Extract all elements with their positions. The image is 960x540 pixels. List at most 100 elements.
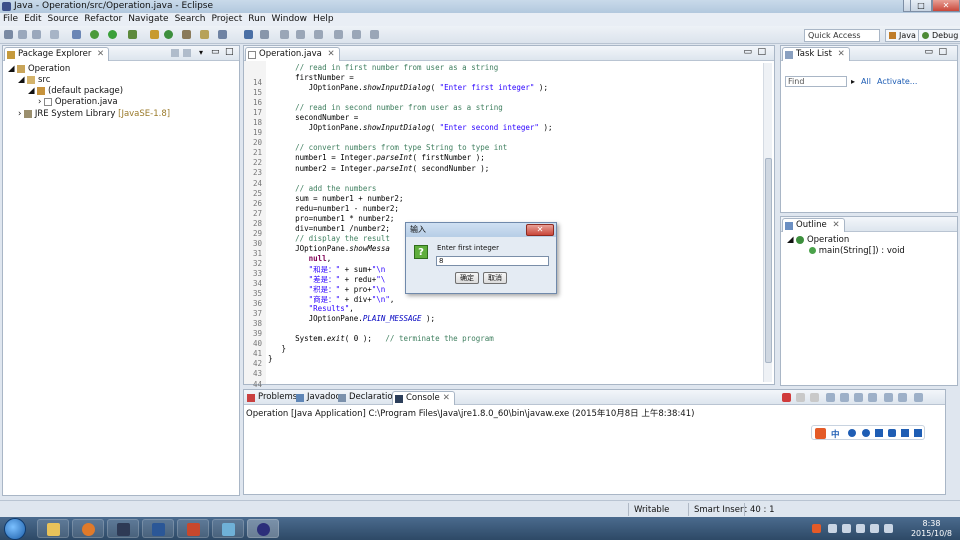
tree-item-project[interactable]: ◢ Operation [8, 64, 70, 74]
taskbar-notes[interactable] [212, 519, 244, 538]
open-type-icon[interactable] [182, 30, 191, 39]
maximize-view-icon[interactable]: □ [757, 47, 766, 57]
code-editor[interactable]: Operation.java ✕ ▭ □ 14 15 16 17 18 19 20 21 22 2… [243, 45, 775, 389]
keyboard-icon[interactable] [875, 429, 883, 437]
pin-editor-icon[interactable] [370, 30, 379, 39]
back-icon[interactable] [334, 30, 343, 39]
collapse-arrow-icon[interactable]: › [18, 109, 21, 119]
tree-item-operation-java[interactable]: › Operation.java [38, 97, 118, 107]
perspective-debug[interactable]: Debug [918, 29, 960, 42]
tab-task-list[interactable]: Task List ✕ [782, 47, 850, 61]
taskbar-firefox[interactable] [72, 519, 104, 538]
minimize-view-icon[interactable]: ▭ [211, 47, 220, 57]
expand-icon[interactable]: ◢ [18, 75, 25, 85]
save-icon[interactable] [18, 30, 27, 39]
maximize-view-icon[interactable]: □ [938, 47, 947, 57]
maximize-button[interactable]: □ [910, 0, 932, 12]
cancel-button[interactable]: 取消 [483, 272, 507, 284]
voice-icon[interactable] [888, 429, 896, 437]
close-icon[interactable]: ✕ [328, 49, 335, 59]
tab-console[interactable]: Console ✕ [392, 391, 455, 405]
forward-icon[interactable] [352, 30, 361, 39]
taskbar-word[interactable] [142, 519, 174, 538]
show-whitespace-icon[interactable] [260, 30, 269, 39]
activate-link[interactable]: Activate... [877, 77, 917, 86]
quick-access-input[interactable]: Quick Access [804, 29, 880, 42]
tray-show-hidden-icon[interactable] [828, 524, 837, 533]
remove-launch-icon[interactable] [796, 393, 805, 402]
close-icon[interactable]: ✕ [97, 49, 104, 59]
tab-problems[interactable]: Problems [245, 391, 301, 405]
minimize-view-icon[interactable]: ▭ [924, 47, 933, 57]
tab-operation-java[interactable]: Operation.java ✕ [245, 47, 340, 61]
maximize-view-icon[interactable]: □ [225, 47, 234, 57]
dialog-close-button[interactable]: ✕ [526, 224, 554, 236]
expand-icon[interactable]: ◢ [787, 235, 794, 245]
skip-breakpoints-icon[interactable] [72, 30, 81, 39]
print-icon[interactable] [50, 30, 59, 39]
taskbar-powerpoint[interactable] [177, 519, 209, 538]
menu-navigate[interactable]: Navigate [125, 13, 171, 25]
menu-run[interactable]: Run [245, 13, 268, 25]
new-package-icon[interactable] [150, 30, 159, 39]
new-icon[interactable] [4, 30, 13, 39]
clear-find-icon[interactable]: ▸ [851, 77, 855, 86]
volume-icon[interactable] [870, 524, 879, 533]
close-button[interactable]: ✕ [932, 0, 960, 12]
all-link[interactable]: All [861, 77, 871, 86]
dialog-input-field[interactable]: 8 [436, 256, 549, 266]
collapse-arrow-icon[interactable]: › [38, 97, 41, 107]
outline-item-class[interactable]: ◢ Operation [787, 235, 849, 245]
prev-annotation-icon[interactable] [296, 30, 305, 39]
sogou-tray-icon[interactable] [812, 524, 821, 533]
menu-window[interactable]: Window [269, 13, 311, 25]
scroll-lock-icon[interactable] [840, 393, 849, 402]
taskbar-app[interactable] [107, 519, 139, 538]
terminate-icon[interactable] [782, 393, 791, 402]
tab-package-explorer[interactable]: Package Explorer ✕ [4, 47, 110, 61]
debug-icon[interactable] [90, 30, 99, 39]
show-on-output-icon[interactable] [868, 393, 877, 402]
save-all-icon[interactable] [32, 30, 41, 39]
menu-source[interactable]: Source [45, 13, 82, 25]
tools-icon[interactable] [914, 429, 922, 437]
close-icon[interactable]: ✕ [443, 393, 450, 403]
word-wrap-icon[interactable] [854, 393, 863, 402]
find-input[interactable]: Find [785, 76, 847, 87]
menu-search[interactable]: Search [172, 13, 209, 25]
taskbar-eclipse[interactable] [247, 519, 279, 538]
perspective-java[interactable]: Java [885, 29, 920, 42]
tree-item-src[interactable]: ◢ src [18, 75, 50, 85]
moon-icon[interactable] [848, 429, 856, 437]
ime-mode-label[interactable]: 中 [831, 428, 840, 440]
tab-outline[interactable]: Outline ✕ [782, 218, 845, 232]
start-button[interactable] [4, 518, 26, 540]
battery-icon[interactable] [884, 524, 893, 533]
toggle-mark-icon[interactable] [244, 30, 253, 39]
clear-console-icon[interactable] [826, 393, 835, 402]
ok-button[interactable]: 确定 [455, 272, 479, 284]
display-console-icon[interactable] [898, 393, 907, 402]
external-tools-icon[interactable] [128, 30, 137, 39]
close-icon[interactable]: ✕ [832, 220, 839, 230]
expand-icon[interactable]: ◢ [8, 64, 15, 74]
menu-refactor[interactable]: Refactor [81, 13, 125, 25]
pin-console-icon[interactable] [884, 393, 893, 402]
collapse-all-icon[interactable] [171, 49, 179, 57]
open-console-icon[interactable] [914, 393, 923, 402]
action-center-icon[interactable] [842, 524, 851, 533]
next-annotation-icon[interactable] [280, 30, 289, 39]
network-icon[interactable] [856, 524, 865, 533]
menu-file[interactable]: File [0, 13, 21, 25]
menu-help[interactable]: Help [310, 13, 337, 25]
run-icon[interactable] [108, 30, 117, 39]
scrollbar-thumb[interactable] [765, 158, 772, 363]
taskbar-explorer[interactable] [37, 519, 69, 538]
view-menu-icon[interactable]: ▾ [199, 48, 203, 57]
menu-edit[interactable]: Edit [21, 13, 44, 25]
open-task-icon[interactable] [200, 30, 209, 39]
link-editor-icon[interactable] [183, 49, 191, 57]
skin-icon[interactable] [901, 429, 909, 437]
last-edit-icon[interactable] [314, 30, 323, 39]
outline-item-method[interactable]: main(String[]) : void [809, 246, 905, 256]
